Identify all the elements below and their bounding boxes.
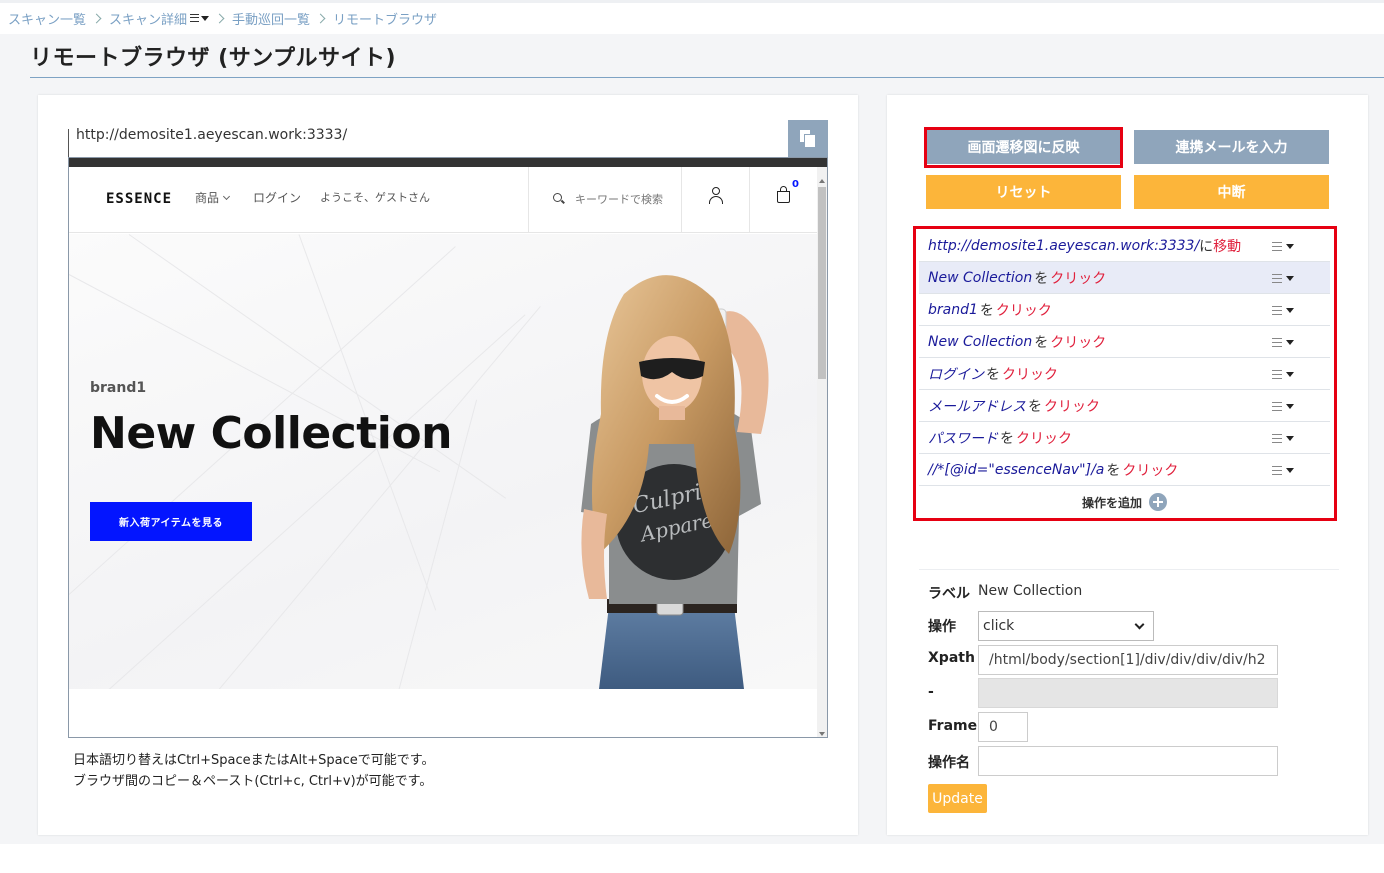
- xpath-label: Xpath: [928, 650, 975, 666]
- chevron-down-icon: [1134, 619, 1145, 630]
- breadcrumb-scan-detail[interactable]: スキャン詳細: [109, 9, 187, 28]
- hero-brand-label[interactable]: brand1: [90, 380, 146, 396]
- title-divider: [30, 77, 1384, 78]
- update-button[interactable]: Update: [928, 784, 987, 813]
- search-icon: [553, 193, 562, 202]
- breadcrumb-scan-list[interactable]: スキャン一覧: [8, 9, 86, 28]
- remote-browser-viewport[interactable]: ESSENCE 商品 ログイン ようこそ、ゲストさん キーワードで検索 0 br…: [68, 157, 828, 738]
- breadcrumb: スキャン一覧 スキャン詳細 手動巡回一覧 リモートブラウザ: [8, 8, 437, 28]
- linked-mail-button[interactable]: 連携メールを入力: [1134, 130, 1329, 164]
- reset-button[interactable]: リセット: [926, 175, 1121, 209]
- viewport-top-bar: [69, 158, 827, 167]
- chevron-right-icon: [91, 13, 102, 23]
- site-nav-login[interactable]: ログイン: [253, 189, 301, 206]
- frame-label: Frame: [928, 718, 978, 734]
- copy-icon: [799, 128, 817, 149]
- list-icon: [190, 14, 200, 22]
- operation-type-label: 操作: [928, 619, 956, 635]
- frame-input[interactable]: 0: [978, 712, 1028, 742]
- operation-name-label: 操作名: [928, 755, 970, 771]
- xpath-input[interactable]: /html/body/section[1]/div/div/div/div/h2: [978, 645, 1278, 675]
- operation-name-input[interactable]: [978, 746, 1278, 776]
- site-search[interactable]: キーワードで検索: [528, 167, 682, 233]
- breadcrumb-current: リモートブラウザ: [333, 12, 438, 28]
- cart-count-badge: 0: [792, 179, 799, 190]
- label-field-value: New Collection: [978, 583, 1083, 599]
- user-icon: [709, 187, 723, 205]
- chevron-down-icon: [222, 192, 231, 201]
- viewport-scrollbar[interactable]: [817, 167, 827, 737]
- highlight-reflect-button: [924, 127, 1123, 168]
- site-logo[interactable]: ESSENCE: [106, 191, 172, 207]
- shopping-bag-icon: [777, 186, 790, 203]
- site-hero: brand1 New Collection 新入荷アイテムを見る Culprit…: [69, 234, 819, 689]
- copy-url-button[interactable]: [788, 120, 828, 157]
- help-text-ime: 日本語切り替えはCtrl+SpaceまたはAlt+Spaceで可能です。: [73, 753, 435, 768]
- chevron-right-icon: [214, 13, 225, 23]
- help-text-clipboard: ブラウザ間のコピー＆ペースト(Ctrl+c, Ctrl+v)が可能です。: [73, 774, 433, 789]
- scroll-down-arrow[interactable]: [819, 732, 825, 736]
- highlight-operation-list: [913, 226, 1337, 521]
- site-nav-products[interactable]: 商品: [195, 189, 231, 206]
- chevron-right-icon: [315, 13, 326, 23]
- hero-title[interactable]: New Collection: [90, 408, 452, 459]
- site-welcome-text: ようこそ、ゲストさん: [320, 191, 430, 204]
- scrollbar-thumb[interactable]: [818, 187, 826, 379]
- top-border: [0, 0, 1384, 3]
- page-title: リモートブラウザ (サンプルサイト): [30, 46, 397, 71]
- dash-label: -: [928, 684, 934, 700]
- operation-type-select[interactable]: click: [978, 611, 1154, 641]
- site-header: ESSENCE 商品 ログイン ようこそ、ゲストさん キーワードで検索 0: [69, 167, 819, 233]
- remote-browser-panel: http://demosite1.aeyescan.work:3333/ ESS…: [38, 95, 858, 835]
- site-user-button[interactable]: [682, 167, 750, 233]
- disabled-input: [978, 678, 1278, 708]
- abort-button[interactable]: 中断: [1134, 175, 1329, 209]
- site-cart-button[interactable]: 0: [750, 167, 819, 233]
- operation-type-value: click: [983, 618, 1015, 634]
- hero-new-arrivals-button[interactable]: 新入荷アイテムを見る: [90, 502, 252, 541]
- site-search-placeholder: キーワードで検索: [575, 193, 663, 206]
- hero-model-image: Culprit Appare: [581, 275, 769, 689]
- scroll-up-arrow[interactable]: [819, 179, 825, 183]
- site-nav-products-label: 商品: [195, 191, 220, 205]
- form-divider: [919, 569, 1339, 570]
- operations-panel: 画面遷移図に反映 連携メールを入力 リセット 中断 http://demosit…: [887, 95, 1368, 835]
- breadcrumb-manual-patrol-list[interactable]: 手動巡回一覧: [232, 9, 310, 28]
- breadcrumb-menu-toggle[interactable]: [190, 14, 210, 22]
- browser-url: http://demosite1.aeyescan.work:3333/: [76, 127, 348, 143]
- label-field-label: ラベル: [928, 586, 970, 602]
- caret-down-icon: [201, 15, 210, 21]
